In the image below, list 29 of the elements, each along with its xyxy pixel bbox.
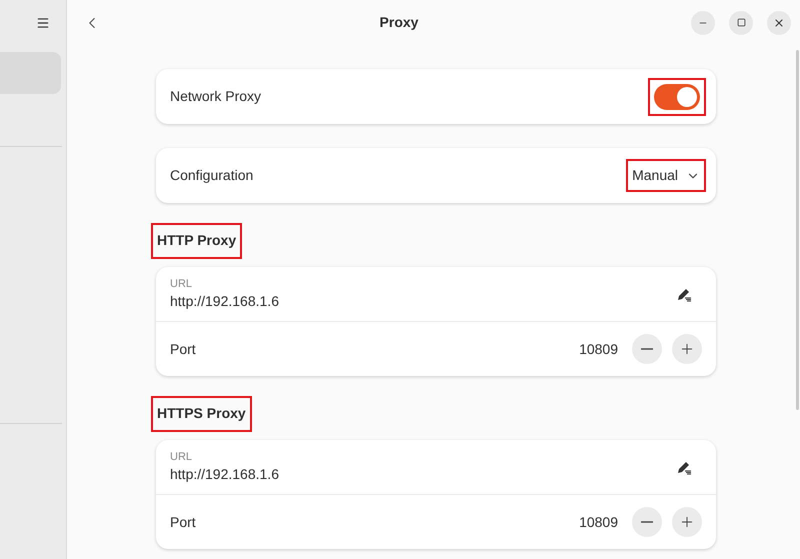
close-button[interactable] — [767, 10, 791, 34]
minus-icon — [641, 348, 653, 350]
url-field[interactable]: http://192.168.1.6 — [170, 291, 279, 311]
section-heading: HTTPS Proxy — [157, 405, 246, 421]
plus-icon — [679, 341, 695, 357]
configuration-dropdown[interactable]: Manual — [632, 165, 700, 186]
port-value[interactable]: 10809 — [579, 338, 618, 360]
row-label: Network Proxy — [170, 87, 262, 106]
port-label: Port — [170, 512, 196, 532]
port-label: Port — [170, 340, 196, 358]
field-label: URL — [170, 450, 194, 464]
section-heading: HTTP Proxy — [157, 232, 236, 248]
increment-button[interactable] — [672, 507, 702, 537]
row-label: Configuration — [170, 166, 254, 185]
url-field[interactable]: http://192.168.1.6 — [170, 464, 279, 484]
pencil-icon[interactable] — [676, 286, 692, 302]
window-title: Proxy — [380, 13, 418, 32]
field-label: URL — [170, 277, 194, 291]
menu-button[interactable] — [36, 16, 50, 30]
port-value[interactable]: 10809 — [579, 512, 618, 532]
menu-icon — [36, 16, 50, 30]
increment-button[interactable] — [672, 334, 702, 364]
pencil-icon[interactable] — [676, 459, 692, 475]
maximize-icon — [736, 18, 746, 27]
plus-icon — [679, 514, 695, 530]
minus-icon — [641, 521, 653, 523]
close-icon — [773, 16, 785, 28]
maximize-button[interactable] — [729, 10, 753, 34]
toggle-switch[interactable] — [654, 84, 700, 110]
